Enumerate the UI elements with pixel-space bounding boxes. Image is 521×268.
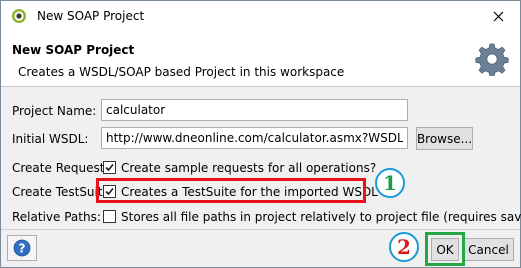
window-title: New SOAP Project xyxy=(37,9,145,23)
footer-separator xyxy=(1,229,520,230)
help-icon: ? xyxy=(13,239,31,257)
close-icon xyxy=(493,11,504,21)
create-requests-label: Create Requests: xyxy=(12,161,115,175)
relative-paths-label: Relative Paths: xyxy=(12,210,101,224)
relative-paths-checkbox[interactable] xyxy=(103,210,116,223)
project-name-input[interactable] xyxy=(101,99,408,121)
create-requests-checkbox[interactable] xyxy=(103,161,116,174)
svg-text:?: ? xyxy=(19,242,26,256)
annotation-step-1: 1 xyxy=(375,168,405,198)
annotation-red-highlight xyxy=(96,178,366,203)
initial-wsdl-label: Initial WSDL: xyxy=(12,132,89,146)
close-button[interactable] xyxy=(477,1,520,31)
help-button[interactable]: ? xyxy=(7,235,37,261)
checkmark-icon xyxy=(105,163,114,172)
project-name-label: Project Name: xyxy=(12,104,97,118)
annotation-step-2: 2 xyxy=(389,232,419,262)
annotation-green-highlight xyxy=(425,232,465,266)
relative-paths-text: Stores all file paths in project relativ… xyxy=(121,210,521,224)
soapui-app-icon xyxy=(12,9,26,23)
cancel-button[interactable]: Cancel xyxy=(463,238,514,261)
dialog-header: New SOAP Project Creates a WSDL/SOAP bas… xyxy=(1,31,520,87)
create-requests-text: Create sample requests for all operation… xyxy=(121,161,377,175)
gear-icon xyxy=(475,43,509,76)
dialog-window: New SOAP Project New SOAP Project Create… xyxy=(0,0,521,268)
title-bar: New SOAP Project xyxy=(1,1,520,31)
browse-button[interactable]: Browse... xyxy=(416,127,473,150)
header-subtitle: Creates a WSDL/SOAP based Project in thi… xyxy=(18,65,345,79)
header-title: New SOAP Project xyxy=(12,43,135,57)
initial-wsdl-input[interactable] xyxy=(101,127,408,149)
